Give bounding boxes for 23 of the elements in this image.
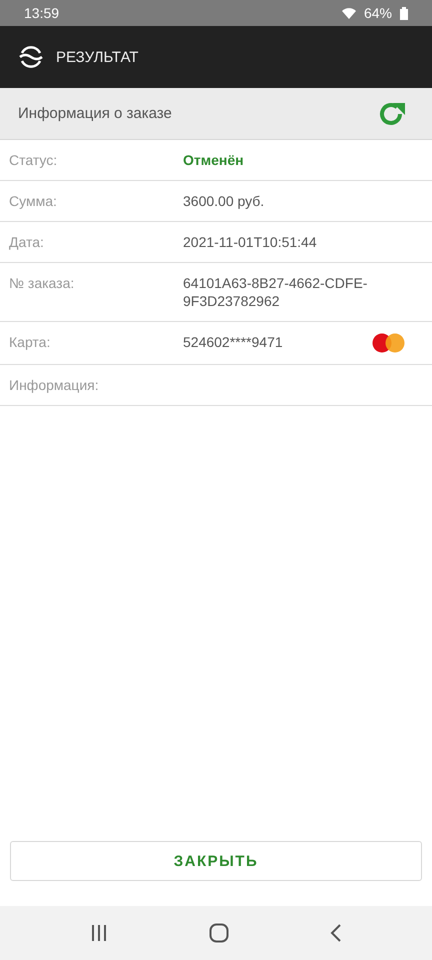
- close-button[interactable]: ЗАКРЫТЬ: [10, 841, 422, 881]
- recent-apps-icon[interactable]: [90, 925, 108, 941]
- field-value: 524602****9471: [183, 333, 284, 351]
- wifi-icon: [342, 7, 356, 19]
- card-logo-icon: [372, 333, 406, 353]
- section-title: Информация о заказе: [18, 105, 173, 122]
- field-value: 3600.00 руб.: [183, 192, 266, 210]
- battery-icon: [400, 6, 408, 20]
- app-title: РЕЗУЛЬТАТ: [56, 48, 138, 66]
- field-label: Информация:: [9, 376, 100, 394]
- logo-icon: [18, 44, 44, 70]
- field-value: 2021-11-01T10:51:44: [183, 233, 318, 251]
- battery-level: 64%: [364, 5, 392, 21]
- field-label: Карта:: [9, 333, 52, 351]
- field-label: Статус:: [9, 151, 58, 169]
- back-icon[interactable]: [330, 924, 342, 942]
- field-label: Дата:: [9, 233, 45, 251]
- field-value: 64101A63-8B27-4662-CDFE-9F3D23782962: [183, 274, 368, 310]
- status-time: 13:59: [24, 5, 60, 21]
- home-icon[interactable]: [208, 923, 229, 943]
- status-value: Отменён: [183, 151, 245, 169]
- field-label: № заказа:: [9, 274, 76, 292]
- field-label: Сумма:: [9, 192, 58, 210]
